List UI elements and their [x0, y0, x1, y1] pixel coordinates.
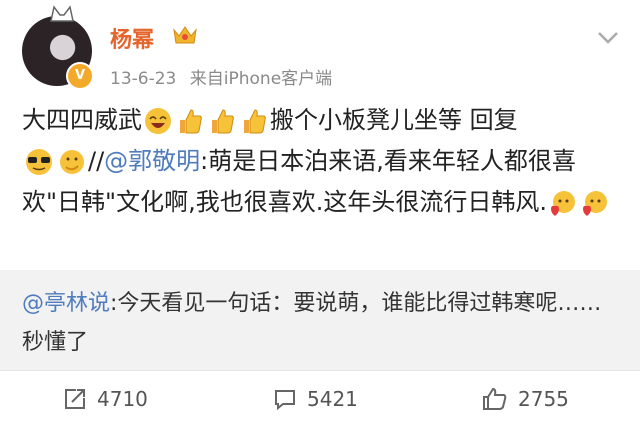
comment-button[interactable]: 5421 — [273, 383, 358, 415]
post-text: 搬个小板凳儿坐等 回复 — [270, 106, 518, 134]
repost-box[interactable]: @亭林说:今天看见一句话：要说萌，谁能比得过韩寒呢……秒懂了 — [0, 270, 640, 370]
chevron-down-icon[interactable] — [596, 30, 620, 46]
post-text: 大四四威武 — [22, 106, 142, 134]
like-count: 2755 — [518, 387, 569, 411]
cat-ears-decoration-icon — [50, 5, 74, 22]
like-button[interactable]: 2755 — [482, 383, 569, 415]
repost-icon — [65, 389, 85, 409]
thumbs-up-emoji — [244, 109, 266, 134]
thumbs-up-emoji — [180, 109, 202, 134]
post-date: 13-6-23 — [110, 69, 177, 89]
thumbs-up-emoji — [212, 109, 234, 134]
comment-icon — [275, 390, 295, 411]
sunglasses-emoji — [26, 149, 52, 175]
repost-text-block: @亭林说:今天看见一句话：要说萌，谁能比得过韩寒呢……秒懂了 — [22, 284, 622, 362]
post-header: V 杨幂 13-6-23 来自iPhone客户端 — [0, 0, 640, 92]
repost-slashes: // — [88, 147, 105, 175]
like-icon — [483, 387, 507, 410]
thinking-emoji — [60, 150, 84, 174]
repost-count: 4710 — [97, 387, 148, 411]
repost-mention-link[interactable]: @亭林说 — [22, 291, 110, 316]
post-source: 来自iPhone客户端 — [189, 69, 333, 89]
post-body: 大四四威武 搬个小板凳儿坐等 回复 //@郭敬明:萌是日本泊来语,看来年轻人都很… — [22, 100, 622, 223]
comment-count: 5421 — [307, 387, 358, 411]
action-bar: 4710 5421 2755 — [0, 370, 640, 428]
username[interactable]: 杨幂 — [110, 22, 154, 54]
heart-emoji — [582, 191, 607, 216]
post-meta: 13-6-23 来自iPhone客户端 — [110, 64, 340, 89]
mention-link[interactable]: @郭敬明 — [104, 147, 200, 175]
repost-button[interactable]: 4710 — [63, 383, 148, 415]
verified-badge: V — [66, 62, 94, 90]
laughing-emoji — [145, 108, 171, 134]
heart-emoji — [550, 191, 575, 216]
crown-icon — [173, 26, 197, 44]
